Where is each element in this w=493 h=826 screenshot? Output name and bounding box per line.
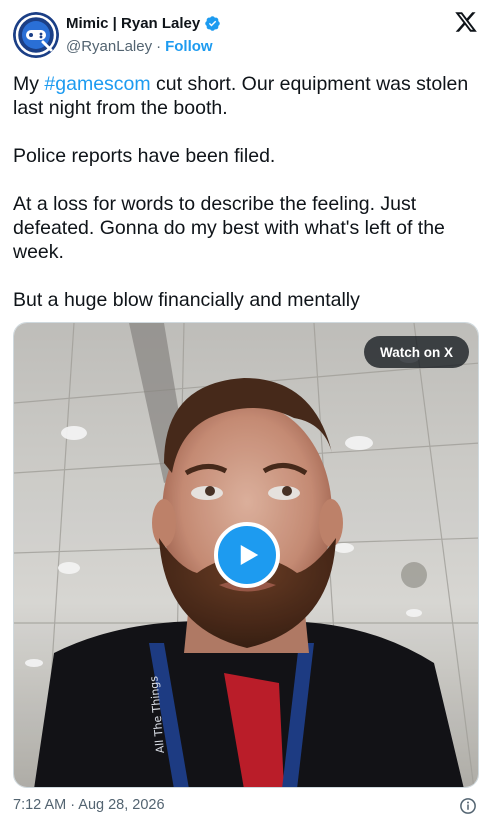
- author-name-row: Mimic | Ryan Laley: [66, 15, 221, 32]
- tweet-timestamp[interactable]: 7:12 AM · Aug 28, 2026: [13, 797, 165, 813]
- x-logo-icon[interactable]: [454, 10, 478, 34]
- info-icon[interactable]: [459, 797, 477, 815]
- hashtag-link[interactable]: #gamescom: [44, 73, 150, 95]
- author-name[interactable]: Mimic | Ryan Laley: [66, 15, 200, 32]
- tweet-text-rest: cut short. Our equipment was stolen last…: [13, 73, 469, 311]
- author-handle[interactable]: @RyanLaley: [66, 38, 152, 55]
- play-icon: [240, 545, 259, 565]
- tweet-header: Mimic | Ryan Laley @RyanLaley · Follow: [13, 10, 480, 58]
- handle-separator: ·: [156, 38, 162, 55]
- watch-on-x-button[interactable]: Watch on X: [364, 336, 469, 368]
- avatar-logo-icon: [13, 12, 59, 58]
- tweet-card: Mimic | Ryan Laley @RyanLaley · Follow M…: [0, 0, 493, 826]
- tweet-text-start: My: [13, 73, 45, 95]
- video-thumbnail[interactable]: All The Things Watch on X: [13, 322, 479, 788]
- verified-badge-icon: [204, 15, 221, 32]
- tweet-text: My #gamescom cut short. Our equipment wa…: [13, 72, 479, 312]
- avatar[interactable]: [13, 12, 59, 58]
- play-button[interactable]: [214, 522, 280, 588]
- handle-row: @RyanLaley · Follow: [66, 38, 213, 55]
- follow-button[interactable]: Follow: [165, 38, 213, 55]
